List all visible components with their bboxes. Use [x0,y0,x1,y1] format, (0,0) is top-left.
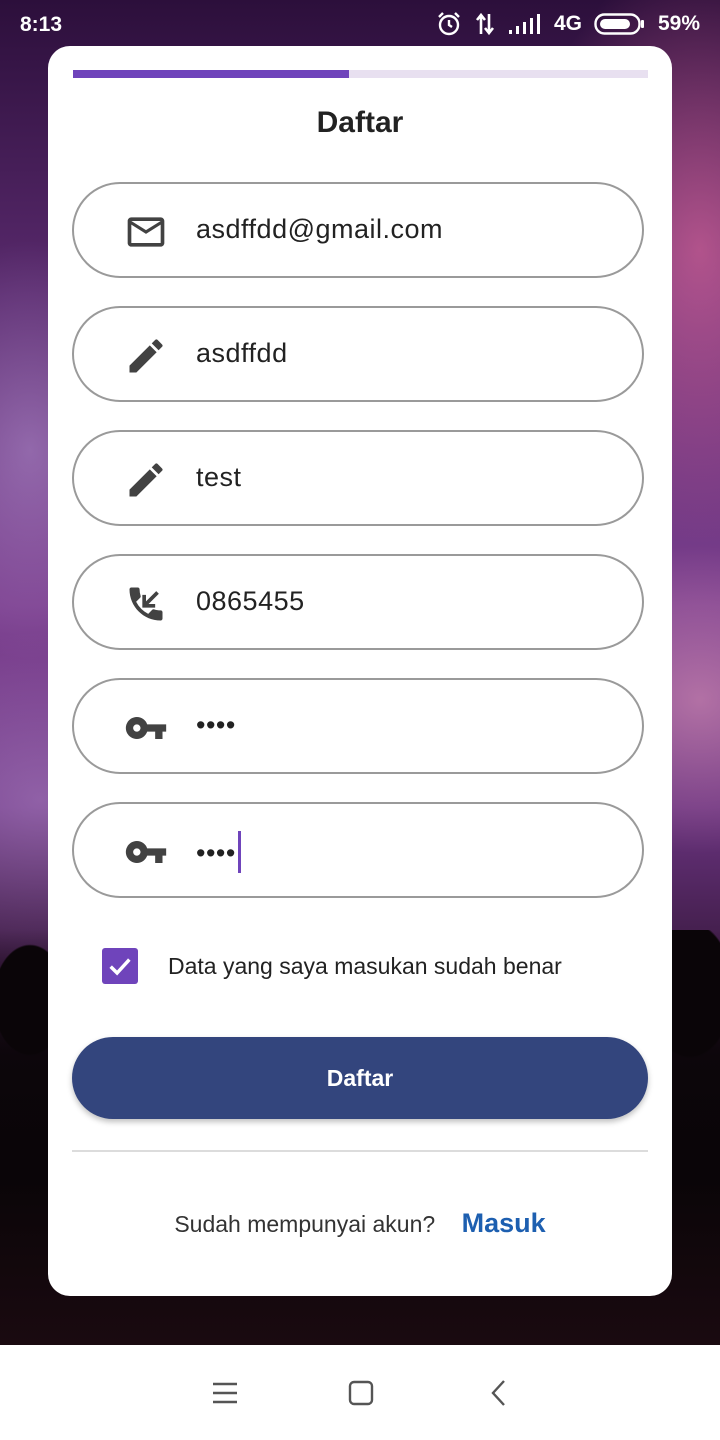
login-question: Sudah mempunyai akun? [174,1211,436,1237]
progress-bar [73,70,648,78]
battery-level: 59% [657,12,700,35]
login-link[interactable]: Masuk [462,1208,546,1238]
progress-fill [73,70,349,78]
network-type: 4G [553,12,582,35]
edit-icon [129,463,163,497]
key-icon [125,841,167,863]
username-field[interactable]: asdffdd [72,306,644,402]
key-icon [125,717,167,739]
status-bar: 8:13 4G 59% [0,0,720,48]
page-title: Daftar [316,106,404,139]
username-value: asdffdd [196,338,288,368]
divider [72,1150,648,1152]
email-icon [127,217,165,247]
register-button[interactable]: Daftar [72,1037,648,1119]
password-value: •••• [196,710,236,740]
data-transfer-icon [475,12,494,36]
login-prompt: Sudah mempunyai akun? Masuk [48,1208,672,1239]
text-cursor [237,831,241,873]
agree-row: Data yang saya masukan sudah benar [102,948,562,984]
checkmark-icon [109,958,131,976]
signal-icon [508,14,540,34]
agree-checkbox[interactable] [102,948,138,984]
phone-field[interactable]: 0865455 [72,554,644,650]
confirm-password-text: •••• [196,838,236,869]
name-field[interactable]: test [72,430,644,526]
status-time: 8:13 [20,13,63,36]
confirm-password-value: •••• [196,831,241,876]
back-icon[interactable] [482,1375,518,1411]
battery-icon [594,13,644,35]
home-square-icon[interactable] [343,1375,379,1411]
name-value: test [196,462,242,492]
register-card: Daftar asdffdd@gmail.com asdffdd test 08… [48,46,672,1296]
email-value: asdffdd@gmail.com [196,214,444,244]
navigation-bar [0,1345,720,1440]
edit-icon [129,339,163,373]
agree-label: Data yang saya masukan sudah benar [168,952,562,979]
phone-value: 0865455 [196,586,305,616]
confirm-password-field[interactable]: •••• [72,802,644,898]
password-field[interactable]: •••• [72,678,644,774]
alarm-icon [438,12,460,36]
phone-icon [129,587,163,621]
menu-icon[interactable] [207,1375,243,1411]
email-field[interactable]: asdffdd@gmail.com [72,182,644,278]
